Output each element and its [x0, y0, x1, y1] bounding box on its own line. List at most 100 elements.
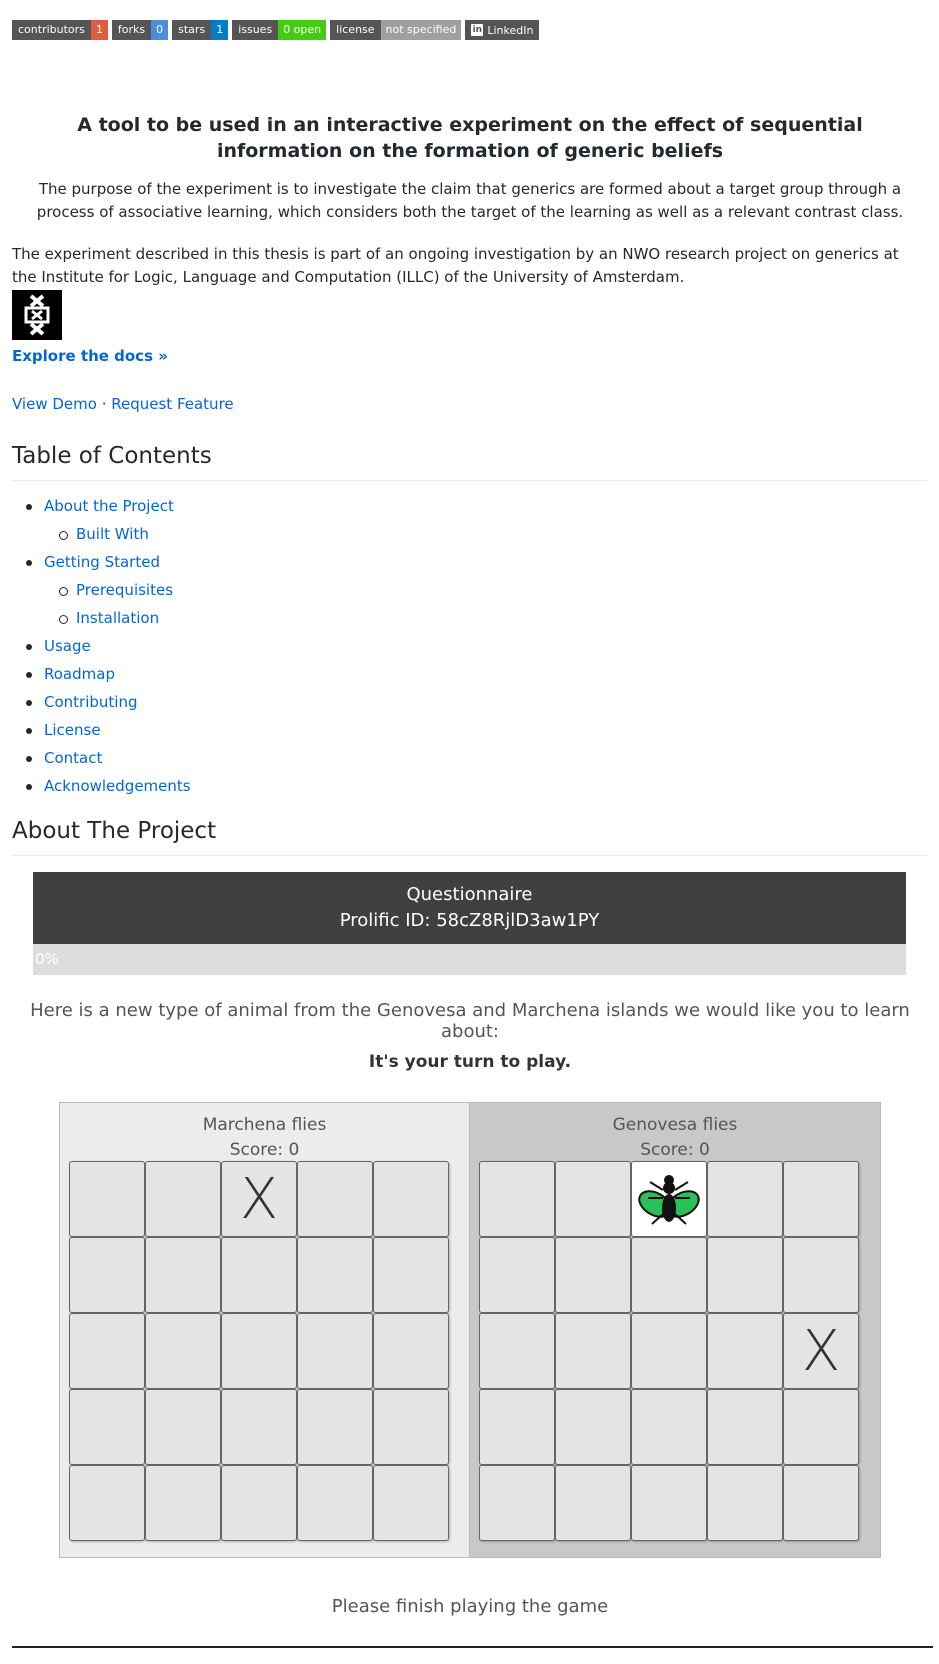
grid-cell[interactable]: [145, 1389, 221, 1465]
board-genovesa: Genovesa flies Score: 0 X: [470, 1103, 880, 1557]
grid-cell[interactable]: [373, 1161, 449, 1237]
badge-linkedin[interactable]: in LinkedIn: [465, 20, 540, 40]
grid-cell[interactable]: [707, 1389, 783, 1465]
badge-forks[interactable]: forks 0: [111, 20, 169, 40]
badge-label: issues: [232, 20, 279, 40]
uva-crest-icon: [24, 294, 50, 336]
grid-cell[interactable]: [373, 1389, 449, 1465]
grid-cell[interactable]: [145, 1237, 221, 1313]
badge-license[interactable]: license not specified: [330, 20, 462, 40]
board-score: Score: 0: [640, 1140, 710, 1160]
grid-cell[interactable]: [783, 1161, 859, 1237]
request-feature-link[interactable]: Request Feature: [111, 395, 233, 413]
grid-cell[interactable]: [69, 1389, 145, 1465]
grid-cell[interactable]: [783, 1389, 859, 1465]
finish-message: Please finish playing the game: [331, 1596, 609, 1617]
grid-cell[interactable]: [631, 1313, 707, 1389]
badge-stars[interactable]: stars 1: [172, 20, 229, 40]
grid-cell[interactable]: [221, 1389, 297, 1465]
grid-cell[interactable]: [297, 1237, 373, 1313]
badge-value: 1: [90, 20, 108, 40]
grid-cell[interactable]: [707, 1313, 783, 1389]
board-grid: X: [479, 1161, 859, 1541]
grid-cell[interactable]: [69, 1237, 145, 1313]
grid-cell[interactable]: [631, 1389, 707, 1465]
project-purpose: The purpose of the experiment is to inve…: [36, 180, 904, 221]
grid-cell[interactable]: [373, 1465, 449, 1541]
grid-cell[interactable]: [145, 1161, 221, 1237]
toc-item: Usage: [12, 636, 191, 664]
grid-cell[interactable]: [555, 1465, 631, 1541]
toc-link-contributing[interactable]: Contributing: [44, 693, 137, 711]
grid-cell[interactable]: [555, 1237, 631, 1313]
grid-cell[interactable]: [555, 1161, 631, 1237]
grid-cell[interactable]: [373, 1313, 449, 1389]
grid-cell[interactable]: X: [221, 1161, 297, 1237]
game-area: Marchena flies Score: 0 X Genovesa flies…: [59, 1102, 881, 1558]
grid-cell[interactable]: [221, 1237, 297, 1313]
grid-cell[interactable]: [297, 1161, 373, 1237]
turn-text: It's your turn to play.: [368, 1052, 572, 1072]
grid-cell[interactable]: [479, 1161, 555, 1237]
toc-link-usage[interactable]: Usage: [44, 637, 91, 655]
grid-cell[interactable]: [69, 1313, 145, 1389]
grid-cell[interactable]: [297, 1389, 373, 1465]
grid-cell[interactable]: [783, 1237, 859, 1313]
grid-cell[interactable]: [145, 1313, 221, 1389]
grid-cell[interactable]: [479, 1313, 555, 1389]
grid-cell[interactable]: [783, 1465, 859, 1541]
grid-cell[interactable]: [297, 1313, 373, 1389]
grid-cell[interactable]: [555, 1389, 631, 1465]
grid-cell[interactable]: [479, 1389, 555, 1465]
grid-cell[interactable]: [69, 1465, 145, 1541]
grid-cell[interactable]: [479, 1465, 555, 1541]
badge-issues[interactable]: issues 0 open: [232, 20, 327, 40]
toc-item: Prerequisites: [12, 580, 191, 608]
intro-text: Here is a new type of animal from the Ge…: [30, 1000, 910, 1042]
demo-links: View Demo · Request Feature: [12, 395, 234, 413]
grid-cell[interactable]: [297, 1465, 373, 1541]
badge-value: 0: [151, 20, 169, 40]
grid-cell[interactable]: [221, 1465, 297, 1541]
toc-link-prerequisites[interactable]: Prerequisites: [76, 581, 173, 599]
grid-cell[interactable]: [707, 1237, 783, 1313]
board-title: Marchena flies Score: 0: [60, 1113, 469, 1163]
toc-item: Getting Started: [12, 552, 191, 580]
miss-mark: X: [239, 1166, 279, 1232]
badge-contributors[interactable]: contributors 1: [12, 20, 108, 40]
toc-link-built-with[interactable]: Built With: [76, 525, 149, 543]
toc-link-about[interactable]: About the Project: [44, 497, 174, 515]
badge-label: forks: [111, 20, 152, 40]
grid-cell[interactable]: X: [783, 1313, 859, 1389]
explore-docs-link[interactable]: Explore the docs »: [12, 347, 168, 365]
grid-cell[interactable]: [707, 1465, 783, 1541]
grid-cell[interactable]: [145, 1465, 221, 1541]
table-of-contents: About the Project Built With Getting Sta…: [12, 496, 191, 804]
grid-cell[interactable]: [69, 1161, 145, 1237]
view-demo-link[interactable]: View Demo: [12, 395, 97, 413]
prolific-id: Prolific ID: 58cZ8RjlD3aw1PY: [339, 910, 600, 931]
grid-cell[interactable]: [479, 1237, 555, 1313]
toc-link-contact[interactable]: Contact: [44, 749, 102, 767]
university-logo[interactable]: [12, 290, 62, 340]
bottom-divider: [12, 1646, 933, 1648]
badge-value: 0 open: [278, 20, 327, 40]
toc-link-license[interactable]: License: [44, 721, 101, 739]
toc-link-roadmap[interactable]: Roadmap: [44, 665, 115, 683]
board-name: Marchena flies: [202, 1115, 327, 1135]
grid-cell[interactable]: [631, 1465, 707, 1541]
divider: [12, 480, 927, 481]
toc-link-getting-started[interactable]: Getting Started: [44, 553, 160, 571]
grid-cell[interactable]: [373, 1237, 449, 1313]
grid-cell[interactable]: [221, 1313, 297, 1389]
toc-link-acknowledgements[interactable]: Acknowledgements: [44, 777, 191, 795]
grid-cell[interactable]: [555, 1313, 631, 1389]
miss-mark: X: [801, 1318, 841, 1384]
grid-cell[interactable]: [631, 1237, 707, 1313]
grid-cell[interactable]: [707, 1161, 783, 1237]
toc-item: Installation: [12, 608, 191, 636]
toc-link-installation[interactable]: Installation: [76, 609, 159, 627]
questionnaire-header: Questionnaire Prolific ID: 58cZ8RjlD3aw1…: [33, 872, 906, 944]
grid-cell[interactable]: [631, 1161, 707, 1237]
linkedin-icon: in: [471, 24, 484, 36]
